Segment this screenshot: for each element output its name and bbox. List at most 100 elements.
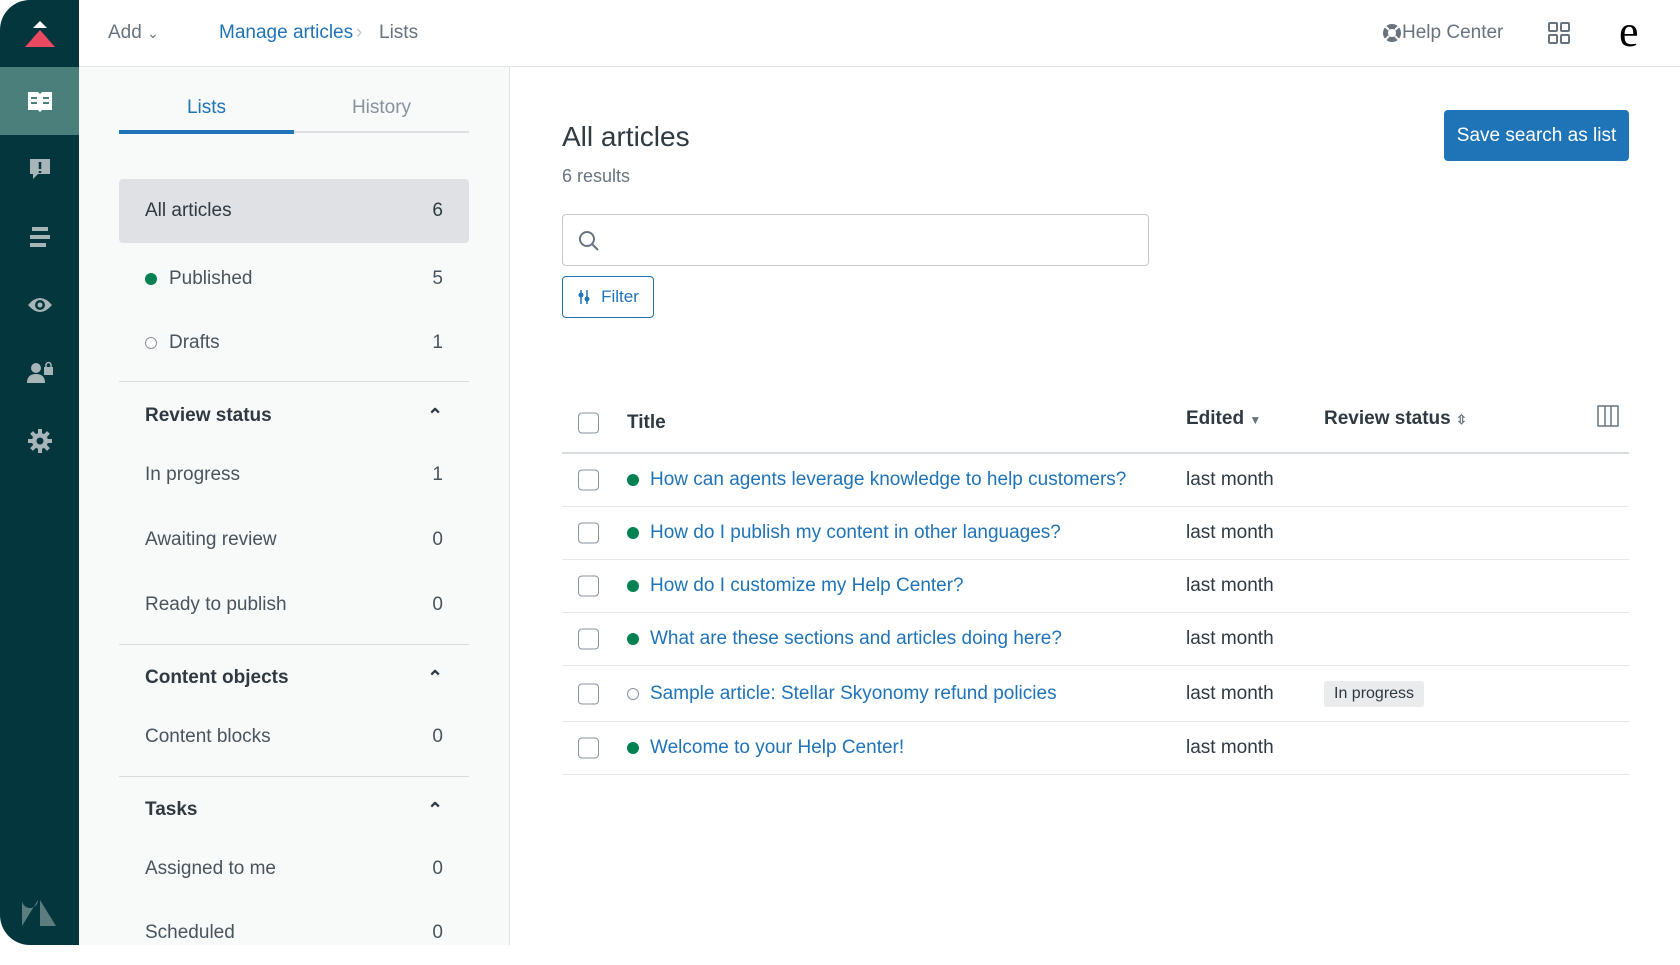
list-item-published[interactable]: Published5 xyxy=(119,247,469,311)
article-link[interactable]: How do I customize my Help Center? xyxy=(650,575,964,597)
published-dot-icon xyxy=(627,474,639,486)
list-item-drafts[interactable]: Drafts1 xyxy=(119,311,469,375)
section-heading: Tasks xyxy=(145,799,197,821)
section-content-objects[interactable]: Content objects⌃ xyxy=(119,646,469,710)
published-dot-icon xyxy=(627,742,639,754)
list-item-in-progress[interactable]: In progress1 xyxy=(119,443,469,507)
filter-label: Filter xyxy=(601,287,639,307)
list-label: Awaiting review xyxy=(145,529,277,551)
row-checkbox[interactable] xyxy=(578,629,599,650)
list-label: Ready to publish xyxy=(145,594,287,616)
draft-dot-icon xyxy=(145,337,157,349)
list-count: 0 xyxy=(432,858,443,880)
table-row[interactable]: How can agents leverage knowledge to hel… xyxy=(562,454,1629,507)
column-review-status-label: Review status xyxy=(1324,408,1451,429)
list-label: Assigned to me xyxy=(145,858,276,880)
list-item-scheduled[interactable]: Scheduled0 xyxy=(119,901,469,965)
table-row[interactable]: Sample article: Stellar Skyonomy refund … xyxy=(562,666,1629,722)
published-dot-icon xyxy=(627,580,639,592)
review-status-badge: In progress xyxy=(1324,681,1424,707)
section-heading: Review status xyxy=(145,405,272,427)
nav-alert-icon[interactable] xyxy=(0,135,79,203)
edited-cell: last month xyxy=(1186,575,1274,597)
article-link[interactable]: How can agents leverage knowledge to hel… xyxy=(650,469,1126,491)
breadcrumb-lists: Lists xyxy=(379,22,418,44)
add-menu-button[interactable]: Add ⌄ xyxy=(108,22,159,44)
table-row[interactable]: Welcome to your Help Center!last month xyxy=(562,722,1629,775)
nav-list-icon[interactable] xyxy=(0,203,79,271)
chevron-up-icon: ⌃ xyxy=(427,667,443,690)
table-row[interactable]: How do I publish my content in other lan… xyxy=(562,507,1629,560)
edited-cell: last month xyxy=(1186,683,1274,705)
row-checkbox[interactable] xyxy=(578,683,599,704)
row-checkbox[interactable] xyxy=(578,470,599,491)
nav-settings-icon[interactable] xyxy=(0,407,79,475)
nav-user-lock-icon[interactable] xyxy=(0,339,79,407)
published-dot-icon xyxy=(627,633,639,645)
zendesk-logo-icon[interactable] xyxy=(22,900,56,931)
list-count: 0 xyxy=(432,726,443,748)
results-count: 6 results xyxy=(562,166,630,187)
column-edited[interactable]: Edited ▼ xyxy=(1186,408,1261,430)
chevron-up-icon: ⌃ xyxy=(427,799,443,822)
published-dot-icon xyxy=(627,527,639,539)
list-count: 0 xyxy=(432,922,443,944)
list-item-assigned-to-me[interactable]: Assigned to me 0 xyxy=(119,837,469,901)
list-count: 0 xyxy=(432,529,443,551)
list-item-all-articles[interactable]: All articles 6 xyxy=(119,179,469,243)
table-row[interactable]: What are these sections and articles doi… xyxy=(562,613,1629,666)
tab-history[interactable]: History xyxy=(294,97,469,131)
sort-desc-icon: ▼ xyxy=(1249,413,1261,427)
breadcrumb-manage-articles[interactable]: Manage articles xyxy=(219,22,353,44)
guide-logo-icon[interactable] xyxy=(0,0,79,67)
tab-lists[interactable]: Lists xyxy=(119,97,294,134)
edited-cell: last month xyxy=(1186,469,1274,491)
divider xyxy=(119,381,469,382)
filter-button[interactable]: Filter xyxy=(562,276,654,318)
list-item-awaiting-review[interactable]: Awaiting review 0 xyxy=(119,508,469,572)
list-label: All articles xyxy=(145,200,232,222)
section-review-status[interactable]: Review status⌃ xyxy=(119,384,469,448)
list-item-ready-to-publish[interactable]: Ready to publish0 xyxy=(119,573,469,637)
edited-cell: last month xyxy=(1186,522,1274,544)
column-review-status[interactable]: Review status ⇳ xyxy=(1324,408,1467,430)
row-checkbox[interactable] xyxy=(578,523,599,544)
row-checkbox[interactable] xyxy=(578,738,599,759)
filter-icon xyxy=(577,289,591,305)
table-header: Title Edited ▼ Review status ⇳ xyxy=(562,394,1629,454)
help-center-link[interactable]: Help Center xyxy=(1402,22,1503,44)
draft-dot-icon xyxy=(627,688,639,700)
lists-panel: Lists History All articles 6 Published5 D… xyxy=(79,67,510,945)
article-link[interactable]: How do I publish my content in other lan… xyxy=(650,522,1061,544)
published-dot-icon xyxy=(145,273,157,285)
save-search-button[interactable]: Save search as list xyxy=(1444,110,1629,161)
article-link[interactable]: Sample article: Stellar Skyonomy refund … xyxy=(650,683,1057,705)
list-label: Published xyxy=(169,268,252,290)
list-item-content-blocks[interactable]: Content blocks0 xyxy=(119,705,469,769)
help-center-icon[interactable] xyxy=(1382,23,1402,49)
user-avatar[interactable]: e xyxy=(1619,6,1639,57)
panel-tabs: Lists History xyxy=(119,97,469,133)
add-label: Add xyxy=(108,22,142,43)
page-title: All articles xyxy=(562,121,690,153)
edited-cell: last month xyxy=(1186,628,1274,650)
top-bar: Add ⌄ Manage articles › Lists Help Cente… xyxy=(79,0,1680,67)
article-link[interactable]: Welcome to your Help Center! xyxy=(650,737,904,759)
search-icon xyxy=(577,229,601,253)
article-link[interactable]: What are these sections and articles doi… xyxy=(650,628,1062,650)
list-count: 6 xyxy=(432,200,443,222)
search-input[interactable] xyxy=(562,214,1149,266)
nav-eye-icon[interactable] xyxy=(0,271,79,339)
table-row[interactable]: How do I customize my Help Center? last m… xyxy=(562,560,1629,613)
section-tasks[interactable]: Tasks ⌃ xyxy=(119,778,469,842)
apps-grid-icon[interactable] xyxy=(1548,22,1570,50)
list-count: 1 xyxy=(432,464,443,486)
product-nav xyxy=(0,0,79,945)
column-title: Title xyxy=(627,412,666,434)
columns-config-icon[interactable] xyxy=(1597,405,1619,433)
row-checkbox[interactable] xyxy=(578,576,599,597)
breadcrumb-separator-icon: › xyxy=(356,22,362,44)
nav-knowledge-icon[interactable] xyxy=(0,67,79,135)
list-label: Drafts xyxy=(169,332,220,354)
select-all-checkbox[interactable] xyxy=(578,413,599,434)
